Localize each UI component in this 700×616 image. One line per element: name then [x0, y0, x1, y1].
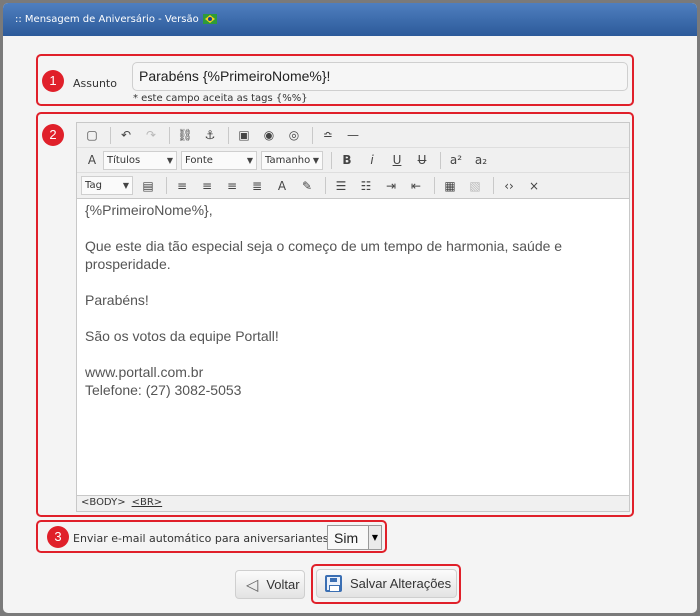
text-color-icon[interactable]: A	[271, 176, 293, 196]
align-right-icon[interactable]: ≡	[221, 176, 243, 196]
align-justify-icon[interactable]: ≣	[246, 176, 268, 196]
styles-icon: A	[87, 153, 97, 167]
align-left-icon[interactable]: ≡	[171, 176, 193, 196]
insert-object-icon[interactable]: ◎	[283, 125, 305, 145]
subject-hint: * este campo aceita as tags {%%}	[133, 93, 308, 104]
status-tag-body[interactable]: <BODY>	[81, 497, 126, 508]
editor-statusbar: <BODY> <BR>	[77, 495, 629, 511]
indent-icon[interactable]: ⇥	[380, 176, 402, 196]
editor-section: 2 ▢ ↶ ↷ ⛓ ⚓ ▣ ◉ ◎ ≏ — A Títulos ▼ Fonte …	[36, 112, 634, 517]
tag-combo[interactable]: Tag ▼	[81, 176, 133, 195]
greeting-line: {%PrimeiroNome%},	[85, 202, 213, 218]
birthday-message-window: :: Mensagem de Aniversário - Versão 1 As…	[3, 3, 697, 613]
title-bar: :: Mensagem de Aniversário - Versão	[3, 3, 697, 36]
auto-email-select[interactable]: Sim ▼	[327, 525, 382, 550]
save-button[interactable]: Salvar Alterações	[316, 569, 457, 598]
chevron-down-icon[interactable]: ▼	[368, 526, 381, 549]
wishes-line: São os votos da equipe Portall!	[85, 328, 279, 344]
chevron-down-icon: ▼	[166, 155, 173, 165]
rich-text-editor: ▢ ↶ ↷ ⛓ ⚓ ▣ ◉ ◎ ≏ — A Títulos ▼ Fonte ▼ …	[76, 122, 630, 512]
undo-icon[interactable]: ↶	[115, 125, 137, 145]
back-arrow-icon: ◁	[246, 576, 259, 594]
window-title: :: Mensagem de Aniversário - Versão	[15, 14, 199, 25]
subject-input[interactable]: Parabéns {%PrimeiroNome%}!	[132, 62, 628, 91]
insert-media-icon[interactable]: ◉	[258, 125, 280, 145]
subscript-icon[interactable]: a₂	[470, 150, 492, 170]
message-line: Que este dia tão especial seja o começo …	[85, 238, 563, 272]
auto-email-label: Enviar e-mail automático para aniversari…	[73, 532, 333, 545]
step-badge-3: 3	[47, 526, 69, 548]
image-icon[interactable]: ▣	[233, 125, 255, 145]
chevron-down-icon: ▼	[246, 155, 253, 165]
size-combo[interactable]: Tamanho ▼	[261, 150, 323, 170]
table-icon[interactable]: ▦	[439, 176, 461, 196]
code-icon[interactable]: ‹›	[498, 176, 520, 196]
chevron-down-icon: ▼	[312, 155, 319, 165]
horizontal-rule-icon[interactable]: —	[342, 125, 364, 145]
ordered-list-icon[interactable]: ☰	[330, 176, 352, 196]
source-view-icon[interactable]: ▢	[81, 125, 103, 145]
table-edit-icon[interactable]: ▧	[464, 176, 486, 196]
phone-line: Telefone: (27) 3082-5053	[85, 382, 242, 398]
brazil-flag-icon	[202, 14, 217, 24]
congrats-line: Parabéns!	[85, 292, 149, 308]
strikethrough-icon[interactable]: U	[411, 150, 433, 170]
auto-email-section: 3 Enviar e-mail automático para aniversa…	[36, 520, 387, 553]
superscript-icon[interactable]: a²	[445, 150, 467, 170]
italic-icon[interactable]: i	[361, 150, 383, 170]
anchor-icon[interactable]: ⚓	[199, 125, 221, 145]
editor-toolbar: ▢ ↶ ↷ ⛓ ⚓ ▣ ◉ ◎ ≏ — A Títulos ▼ Fonte ▼ …	[77, 123, 629, 199]
font-combo[interactable]: Fonte ▼	[181, 150, 257, 170]
chevron-down-icon: ▼	[122, 181, 129, 190]
bold-icon[interactable]: B	[336, 150, 358, 170]
editor-content[interactable]: {%PrimeiroNome%}, Que este dia tão espec…	[77, 199, 629, 502]
back-button[interactable]: ◁ Voltar	[235, 570, 305, 599]
redo-icon[interactable]: ↷	[140, 125, 162, 145]
toolbar-row-1: ▢ ↶ ↷ ⛓ ⚓ ▣ ◉ ◎ ≏ —	[77, 123, 629, 148]
unordered-list-icon[interactable]: ☷	[355, 176, 377, 196]
styles-combo[interactable]: Títulos ▼	[103, 150, 177, 170]
highlight-color-icon[interactable]: ✎	[296, 176, 318, 196]
remove-format-icon[interactable]: ×	[523, 176, 545, 196]
link-icon[interactable]: ⛓	[174, 125, 196, 145]
step-badge-1: 1	[42, 70, 64, 92]
align-center-icon[interactable]: ≡	[196, 176, 218, 196]
outdent-icon[interactable]: ⇤	[405, 176, 427, 196]
save-disk-icon	[325, 575, 342, 592]
website-line: www.portall.com.br	[85, 364, 204, 380]
toolbar-row-3: Tag ▼ ▤ ≡ ≡ ≡ ≣ A ✎ ☰ ☷ ⇥ ⇤ ▦ ▧ ‹› ×	[77, 173, 629, 198]
step-badge-2: 2	[42, 124, 64, 146]
page-break-icon[interactable]: ≏	[317, 125, 339, 145]
underline-icon[interactable]: U	[386, 150, 408, 170]
auto-email-value: Sim	[334, 529, 359, 546]
toolbar-row-2: A Títulos ▼ Fonte ▼ Tamanho ▼ B i U U a² a₂	[77, 148, 629, 173]
status-tag-br[interactable]: <BR>	[132, 497, 163, 508]
subject-section: 1 Assunto Parabéns {%PrimeiroNome%}! * e…	[36, 54, 634, 106]
paste-text-icon[interactable]: ▤	[137, 176, 159, 196]
subject-label: Assunto	[73, 77, 117, 90]
